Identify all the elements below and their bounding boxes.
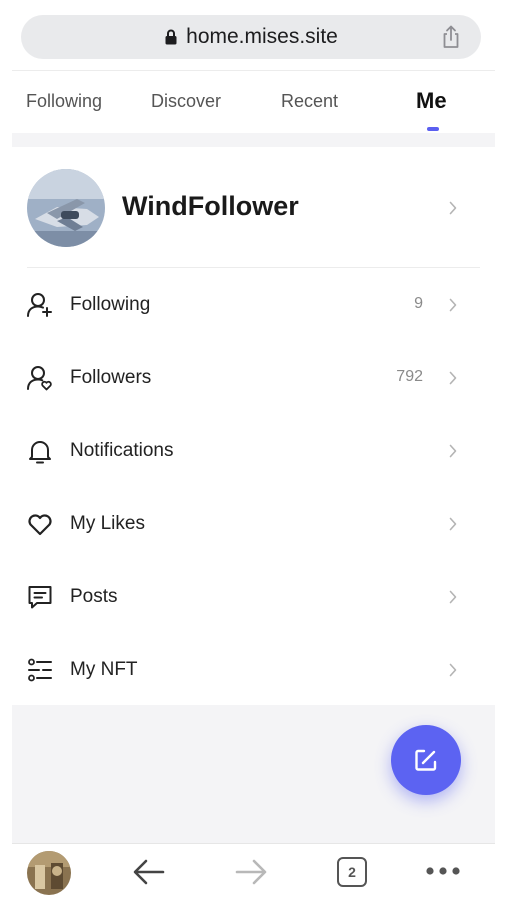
arrow-left-icon[interactable] [132,858,166,886]
chevron-right-icon [449,444,457,458]
url-text: home.mises.site [186,25,338,48]
user-heart-icon [27,366,52,391]
followers-count: 792 [396,368,423,385]
menu-item-my-nft[interactable]: My NFT [12,639,495,699]
bottom-toolbar: 2 [12,843,495,900]
menu-item-followers[interactable]: Followers 792 [12,347,495,407]
avatar[interactable] [27,169,105,247]
menu-item-my-likes[interactable]: My Likes [12,493,495,553]
heart-icon [28,514,52,536]
chevron-right-icon [449,298,457,312]
menu-label: Followers [70,367,152,388]
bell-icon [29,441,51,464]
sliders-icon [28,658,52,682]
menu-label: My NFT [70,659,138,680]
tabs-count: 2 [348,864,356,880]
menu-label: Posts [70,586,118,607]
chevron-right-icon [449,663,457,677]
menu-label: My Likes [70,513,145,534]
menu-label: Notifications [70,440,174,461]
section-divider [12,133,495,147]
lock-icon [165,29,177,45]
active-tab-indicator [427,127,439,131]
app-frame: Following Discover Recent Me WindFollowe… [12,70,495,900]
avatar-image [27,169,105,247]
url-display: home.mises.site [164,25,338,49]
message-square-icon [28,586,52,609]
arrow-right-icon[interactable] [234,858,268,886]
more-icon[interactable] [425,866,461,876]
menu-item-following[interactable]: Following 9 [12,274,495,334]
chevron-right-icon [449,590,457,604]
tab-me[interactable]: Me [416,88,447,114]
chevron-right-icon [449,517,457,531]
divider [27,267,480,268]
avatar-image [27,851,71,895]
tabs-button[interactable]: 2 [337,857,367,887]
address-bar[interactable]: home.mises.site [21,15,481,59]
avatar[interactable] [27,851,71,895]
compose-button[interactable] [391,725,461,795]
menu-item-posts[interactable]: Posts [12,566,495,626]
tab-discover[interactable]: Discover [151,91,221,112]
edit-icon [415,749,437,771]
menu-label: Following [70,294,151,315]
tab-recent[interactable]: Recent [281,91,338,112]
tab-following[interactable]: Following [26,91,102,112]
profile-username: WindFollower [122,191,299,221]
top-tabs: Following Discover Recent Me [12,71,495,133]
share-icon[interactable] [441,25,461,49]
browser-chrome: home.mises.site [0,0,507,70]
menu-item-notifications[interactable]: Notifications [12,420,495,480]
chevron-right-icon [449,371,457,385]
chevron-right-icon [449,201,457,215]
user-add-icon [27,293,52,317]
following-count: 9 [414,295,423,312]
profile-row[interactable]: WindFollower [12,169,495,249]
